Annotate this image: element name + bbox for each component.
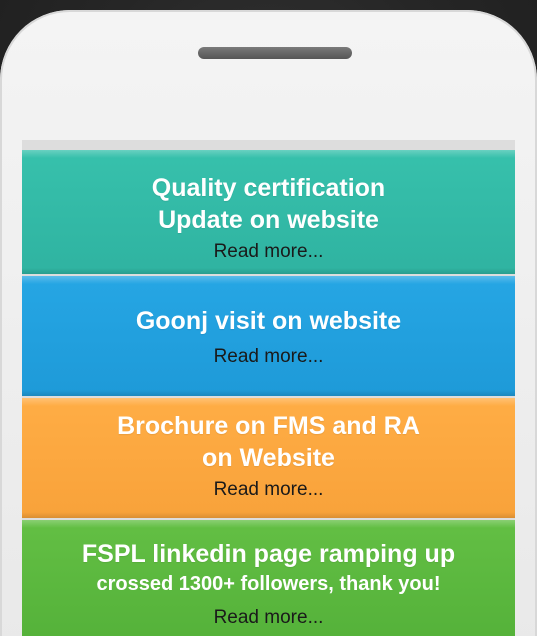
read-more-link[interactable]: Read more... — [22, 604, 515, 632]
news-card-brochure[interactable]: Brochure on FMS and RA on Website Read m… — [22, 398, 515, 518]
read-more-link[interactable]: Read more... — [22, 476, 515, 504]
card-title: FSPL linkedin page ramping up — [81, 540, 456, 568]
phone-speaker — [198, 47, 352, 59]
news-card-quality-certification[interactable]: Quality certification Update on website … — [22, 150, 515, 274]
card-title-line2: on Website — [202, 444, 335, 472]
news-screen: Quality certification Update on website … — [22, 140, 515, 636]
news-card-linkedin[interactable]: FSPL linkedin page ramping up crossed 13… — [22, 520, 515, 636]
news-card-goonj-visit[interactable]: Goonj visit on website Read more... — [22, 276, 515, 396]
card-subtitle: crossed 1300+ followers, thank you! — [96, 573, 441, 595]
read-more-link[interactable]: Read more... — [22, 238, 515, 266]
card-title: Brochure on FMS and RA — [117, 412, 420, 440]
card-title: Quality certification — [151, 174, 386, 202]
card-title-line2: Update on website — [158, 206, 379, 234]
card-title: Goonj visit on website — [135, 307, 402, 335]
read-more-link[interactable]: Read more... — [22, 343, 515, 371]
